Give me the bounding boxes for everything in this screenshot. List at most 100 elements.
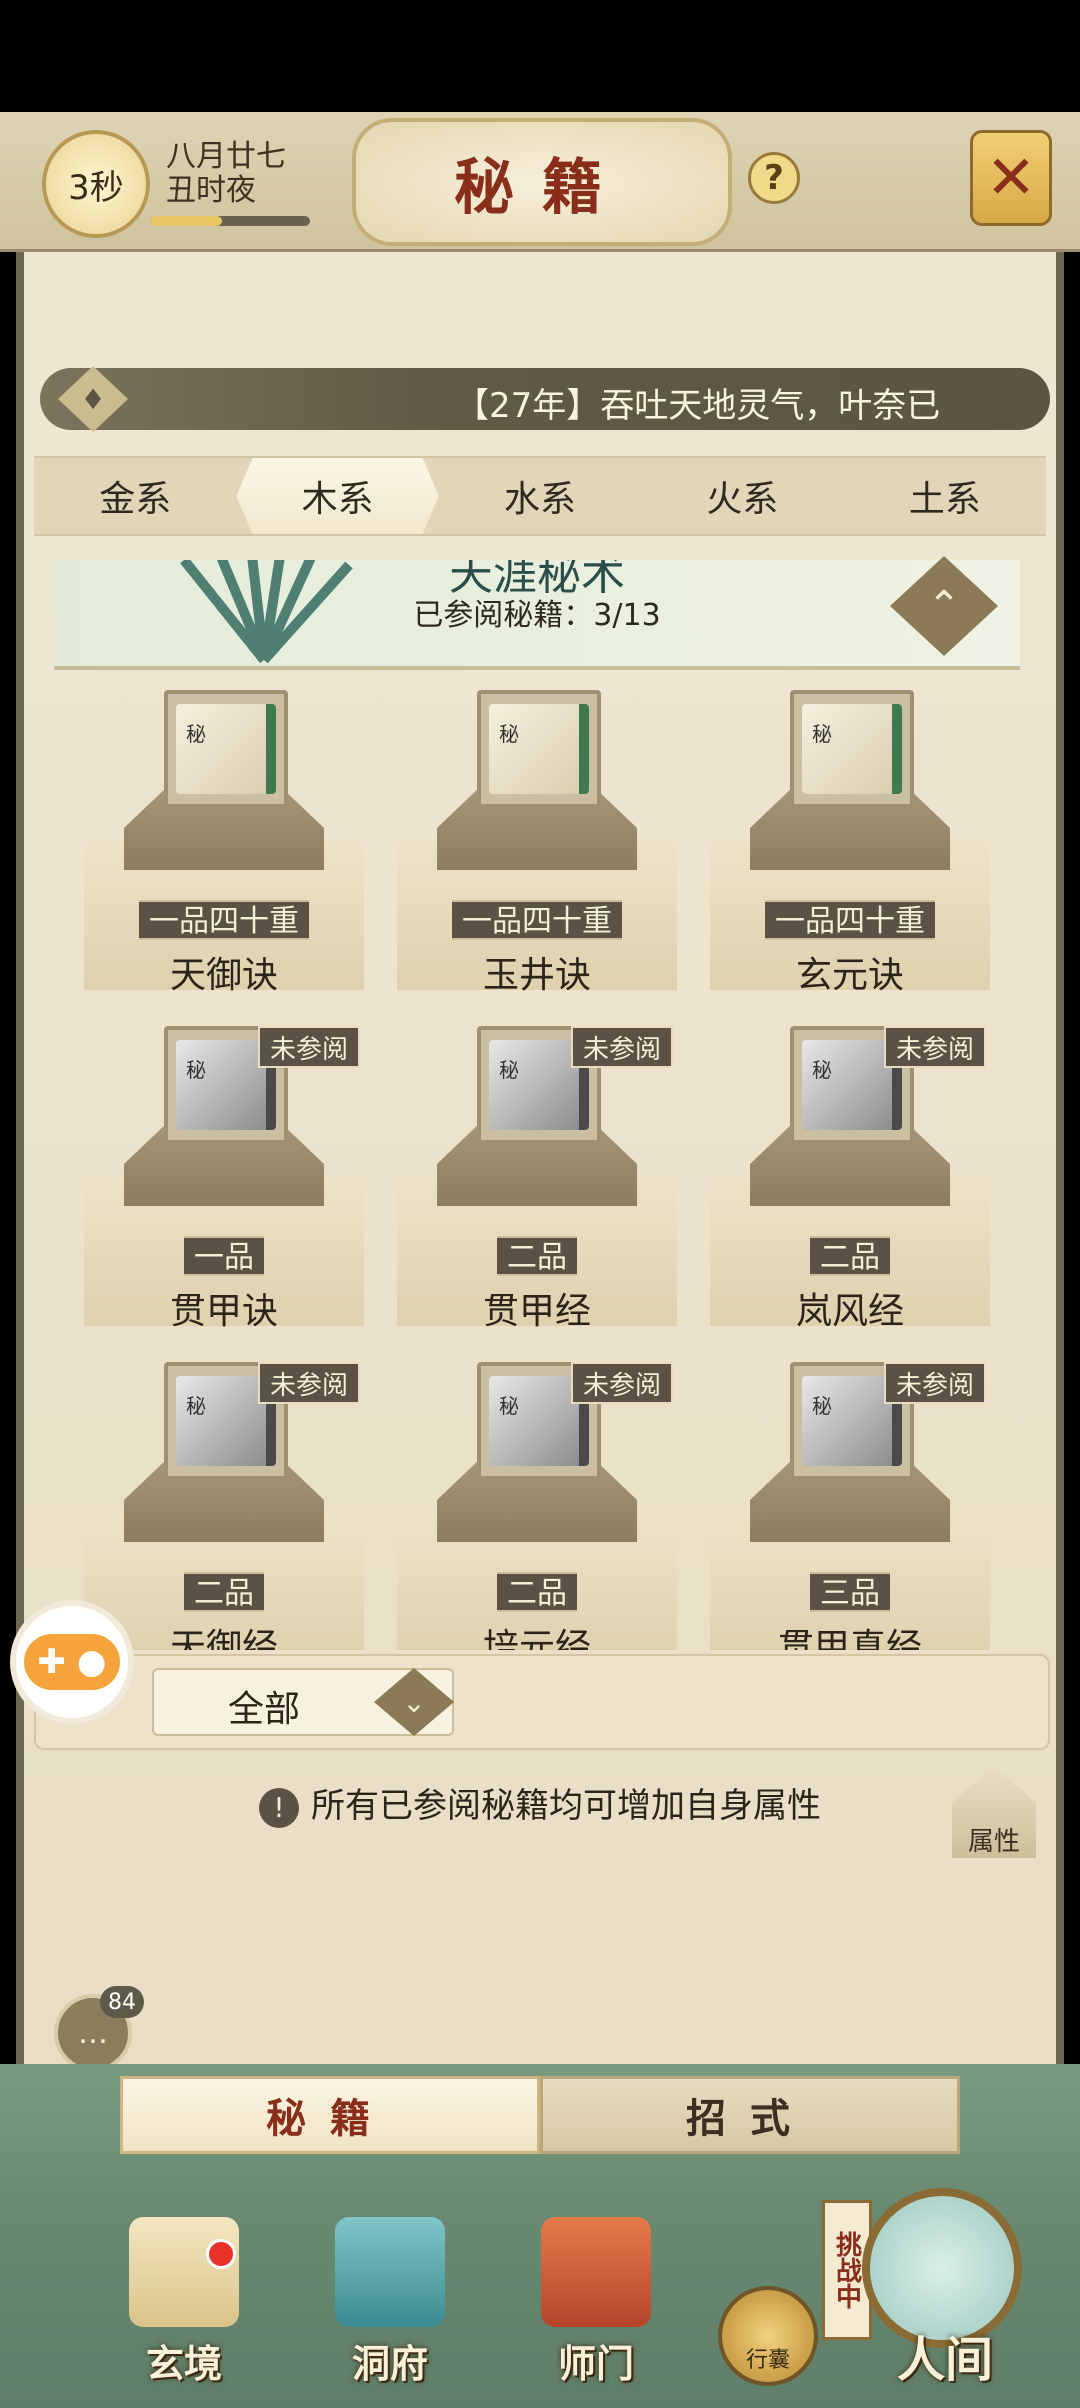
scroll-icon: 秘 (802, 704, 902, 794)
rank-label: 一品四十重 (397, 900, 677, 940)
close-x-icon: ✕ (985, 143, 1037, 213)
nav-xuanjing[interactable]: 玄境 (114, 2217, 254, 2388)
tab-metal[interactable]: 金系 (34, 458, 236, 534)
pavilion-icon (335, 2217, 445, 2327)
book-card[interactable]: 秘 一品四十重 玄元诀 (710, 690, 990, 1020)
date-line: 八月廿七 (166, 139, 286, 174)
game-date: 八月廿七 丑时夜 (166, 140, 286, 208)
time-progress-bar (150, 216, 310, 226)
help-button[interactable]: ? (748, 152, 800, 204)
rank-label: 二品 (710, 1236, 990, 1276)
nav-label: 洞府 (351, 2341, 428, 2386)
book-card[interactable]: 秘 未参阅 三品 贯甲真经 (710, 1362, 990, 1650)
gamepad-button[interactable]: ✚ ● (10, 1600, 134, 1724)
time-progress-fill (150, 216, 222, 226)
unread-tag: 未参阅 (883, 1362, 986, 1404)
rank-text: 一品四十重 (765, 900, 935, 940)
book-card[interactable]: 秘 一品四十重 玉井诀 (397, 690, 677, 1020)
info-icon: ! (259, 1787, 299, 1828)
close-button[interactable]: ✕ (970, 130, 1052, 226)
school-card: 天涯秘术 已参阅秘籍：3/13 (54, 560, 1020, 670)
book-name: 贯甲诀 (169, 1291, 278, 1332)
book-name: 天御诀 (169, 955, 278, 996)
sub-tabs: 秘籍 招式 (120, 2076, 960, 2154)
book-name: 培元经 (482, 1627, 591, 1650)
chat-icon: … (78, 2015, 108, 2051)
rank-label: 二品 (397, 1236, 677, 1276)
cover-mark: 秘 (186, 722, 206, 746)
event-log-text: 【27年】吞吐天地灵气，叶奈已 (455, 386, 941, 422)
banner-icon (541, 2217, 651, 2327)
scroll-icon (129, 2217, 239, 2327)
time-of-day: 丑时夜 (166, 173, 256, 208)
book-name: 玄元诀 (795, 955, 904, 996)
cover-mark: 秘 (499, 1058, 519, 1082)
unread-tag: 未参阅 (257, 1026, 360, 1068)
book-name: 贯甲真经 (777, 1627, 922, 1650)
filter-value: 全部 (228, 1689, 301, 1730)
world-label: 人间 (896, 2332, 993, 2388)
screen: 3秒 八月廿七 丑时夜 秘籍 ? ✕ ♦ 【27年】吞吐天地灵气，叶奈已 金系 … (0, 0, 1080, 2408)
hint-text: 所有已参阅秘籍均可增加自身属性 (311, 1786, 821, 1826)
cover-mark: 秘 (812, 1058, 832, 1082)
cover-mark: 秘 (812, 722, 832, 746)
unread-tag: 未参阅 (257, 1362, 360, 1404)
tab-moves[interactable]: 招式 (540, 2076, 960, 2154)
cover-mark: 秘 (499, 722, 519, 746)
book-name: 岚风经 (795, 1291, 904, 1332)
unread-tag: 未参阅 (883, 1026, 986, 1068)
rank-label: 一品四十重 (710, 900, 990, 940)
book-card[interactable]: 秘 一品四十重 天御诀 (84, 690, 364, 1020)
book-card[interactable]: 秘 未参阅 二品 贯甲经 (397, 1026, 677, 1356)
tab-water[interactable]: 水系 (439, 458, 641, 534)
rank-label: 二品 (84, 1572, 364, 1612)
book-card[interactable]: 秘 未参阅 一品 贯甲诀 (84, 1026, 364, 1356)
rank-text: 二品 (497, 1572, 577, 1612)
timer-badge: 3秒 (42, 130, 150, 238)
unread-tag: 未参阅 (570, 1026, 673, 1068)
rank-text: 一品四十重 (139, 900, 309, 940)
book-grid: 秘 一品四十重 天御诀 秘 一品四十重 玉井诀 秘 一品四十重 玄元诀 秘 未参… (84, 690, 1014, 1650)
nav-label: 玄境 (145, 2341, 222, 2386)
cover-mark: 秘 (812, 1394, 832, 1418)
tab-earth[interactable]: 土系 (844, 458, 1046, 534)
question-icon: ? (764, 158, 784, 198)
nav-dongfu[interactable]: 洞府 (320, 2217, 460, 2388)
nav-shimen[interactable]: 师门 (526, 2217, 666, 2388)
cover-mark: 秘 (499, 1394, 519, 1418)
chevron-up-icon: ⌃ (927, 583, 961, 629)
rank-label: 一品 (84, 1236, 364, 1276)
book-name: 贯甲经 (482, 1291, 591, 1332)
chat-count-badge: 84 (100, 1986, 144, 2018)
tab-fire[interactable]: 火系 (641, 458, 843, 534)
nav-label: 师门 (557, 2341, 634, 2386)
page-title: 秘籍 (454, 152, 630, 223)
book-name: 玉井诀 (482, 955, 591, 996)
rank-text: 一品四十重 (452, 900, 622, 940)
hint-line: ! 所有已参阅秘籍均可增加自身属性 (0, 1778, 1080, 1828)
book-card[interactable]: 秘 未参阅 二品 岚风经 (710, 1026, 990, 1356)
rank-label: 三品 (710, 1572, 990, 1612)
book-card[interactable]: 秘 未参阅 二品 培元经 (397, 1362, 677, 1650)
element-tabs: 金系 木系 水系 火系 土系 (34, 456, 1046, 536)
tab-secret-books[interactable]: 秘籍 (120, 2076, 540, 2154)
tab-wood[interactable]: 木系 (236, 458, 439, 534)
bag-button[interactable]: 行囊 (718, 2286, 818, 2386)
read-count: 已参阅秘籍：3/13 (413, 598, 661, 633)
book-card[interactable]: 秘 未参阅 二品 天御经 (84, 1362, 364, 1650)
gamepad-icon: ✚ ● (24, 1634, 120, 1690)
bag-label: 行囊 (745, 2348, 790, 2373)
scroll-icon: 秘 (489, 704, 589, 794)
cover-mark: 秘 (186, 1058, 206, 1082)
rank-text: 二品 (184, 1572, 264, 1612)
attributes-label: 属性 (967, 1827, 1020, 1857)
rank-text: 二品 (810, 1236, 890, 1276)
rank-label: 一品四十重 (84, 900, 364, 940)
rank-text: 一品 (184, 1236, 264, 1276)
title-plaque: 秘籍 (352, 118, 732, 246)
rank-label: 二品 (397, 1572, 677, 1612)
rank-text: 二品 (497, 1236, 577, 1276)
rank-text: 三品 (810, 1572, 890, 1612)
cover-mark: 秘 (186, 1394, 206, 1418)
book-icon: 秘 (176, 704, 276, 794)
